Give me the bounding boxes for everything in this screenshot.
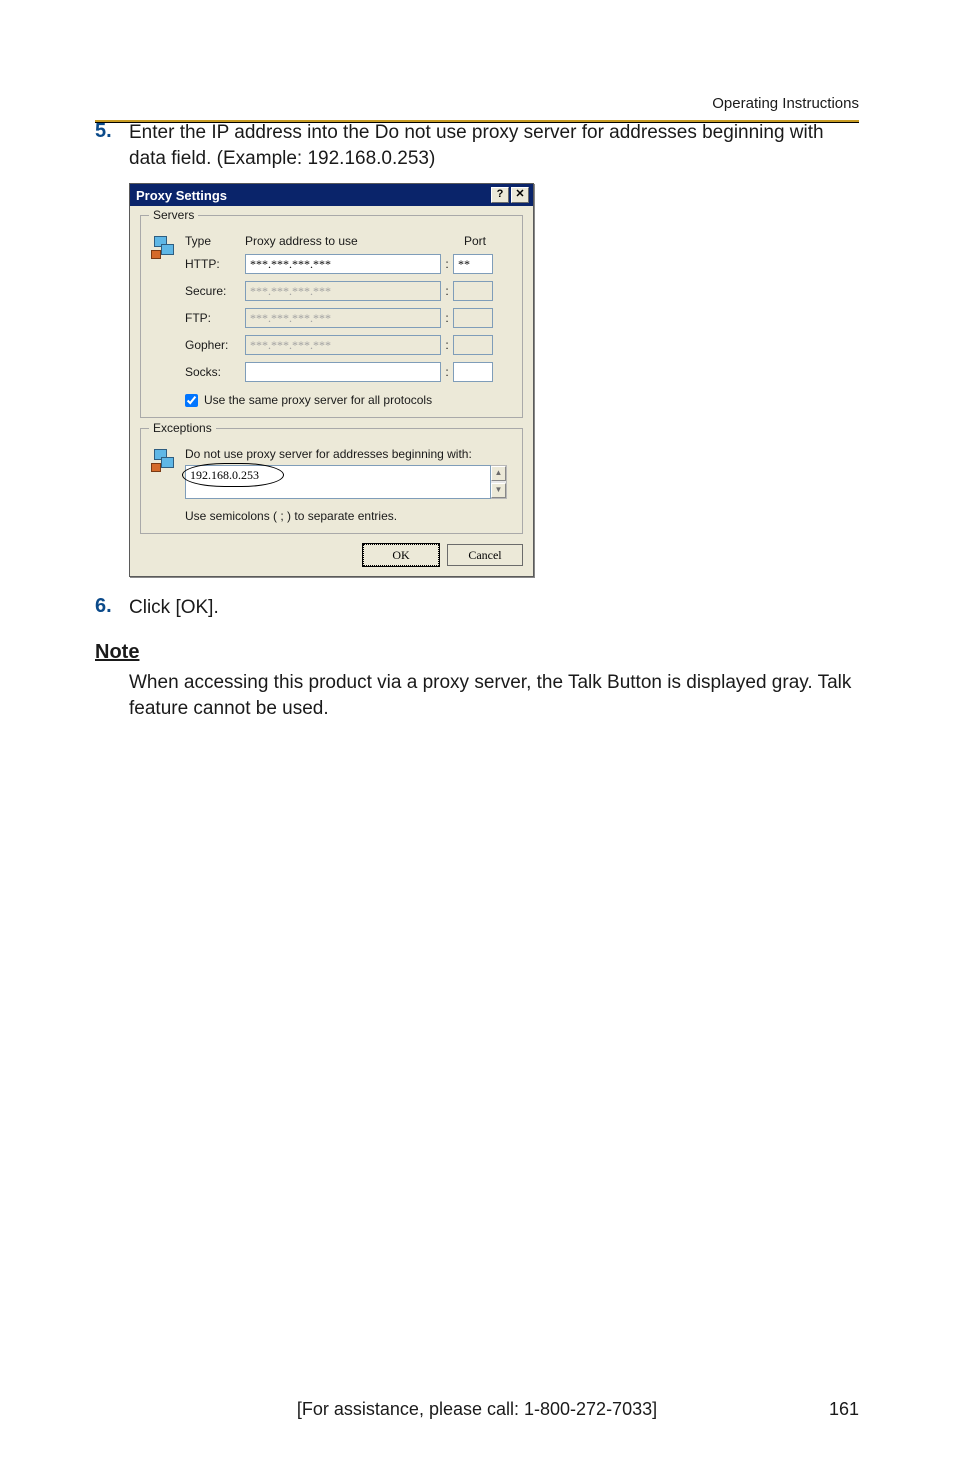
same-proxy-checkbox-row: Use the same proxy server for all protoc…: [185, 393, 512, 407]
note-body: When accessing this product via a proxy …: [129, 670, 859, 721]
gopher-port-input: [453, 335, 493, 355]
step-6-text: Click [OK].: [129, 595, 219, 621]
exceptions-instruction: Do not use proxy server for addresses be…: [185, 447, 512, 461]
ftp-address-input: [245, 308, 441, 328]
header-section-label: Operating Instructions: [712, 95, 859, 112]
http-port-input[interactable]: [453, 254, 493, 274]
exceptions-group-label: Exceptions: [149, 421, 216, 435]
col-type-label: Type: [185, 234, 245, 248]
same-proxy-checkbox[interactable]: [185, 394, 198, 407]
row-secure-label: Secure:: [185, 284, 245, 298]
step-5-number: 5.: [95, 120, 129, 171]
colon: :: [441, 365, 453, 379]
row-gopher-label: Gopher:: [185, 338, 245, 352]
scroll-down-icon[interactable]: ▼: [491, 483, 506, 498]
col-port-label: Port: [464, 234, 512, 248]
proxy-settings-dialog: Proxy Settings ? ✕ Servers: [129, 183, 534, 577]
ok-button[interactable]: OK: [363, 544, 439, 566]
row-ftp-label: FTP:: [185, 311, 245, 325]
cancel-button[interactable]: Cancel: [447, 544, 523, 566]
note-heading: Note: [95, 641, 859, 664]
step-5: 5. Enter the IP address into the Do not …: [95, 120, 859, 171]
scroll-up-icon[interactable]: ▲: [491, 466, 506, 481]
servers-group-label: Servers: [149, 208, 198, 222]
row-http: HTTP: :: [185, 254, 512, 274]
gopher-address-input: [245, 335, 441, 355]
col-addr-label: Proxy address to use: [245, 234, 452, 248]
socks-port-input[interactable]: [453, 362, 493, 382]
row-http-label: HTTP:: [185, 257, 245, 271]
same-proxy-checkbox-label: Use the same proxy server for all protoc…: [204, 393, 432, 407]
exceptions-scrollbar[interactable]: ▲ ▼: [491, 465, 507, 499]
colon: :: [441, 311, 453, 325]
footer-page-number: 161: [829, 1399, 859, 1420]
dialog-title-bar[interactable]: Proxy Settings ? ✕: [130, 184, 533, 206]
http-address-input[interactable]: [245, 254, 441, 274]
row-socks-label: Socks:: [185, 365, 245, 379]
row-socks: Socks: :: [185, 362, 512, 382]
dialog-title: Proxy Settings: [136, 188, 227, 203]
colon: :: [441, 338, 453, 352]
exceptions-network-icon: [151, 447, 179, 475]
exceptions-group: Exceptions Do not use proxy server for a…: [140, 428, 523, 534]
secure-port-input: [453, 281, 493, 301]
step-6-number: 6.: [95, 595, 129, 621]
servers-network-icon: [151, 234, 179, 262]
step-5-text: Enter the IP address into the Do not use…: [129, 120, 859, 171]
help-icon[interactable]: ?: [491, 187, 509, 203]
row-ftp: FTP: :: [185, 308, 512, 328]
exceptions-hint: Use semicolons ( ; ) to separate entries…: [185, 509, 512, 523]
row-gopher: Gopher: :: [185, 335, 512, 355]
footer-assistance-text: [For assistance, please call: 1-800-272-…: [297, 1399, 657, 1420]
secure-address-input: [245, 281, 441, 301]
socks-address-input[interactable]: [245, 362, 441, 382]
exceptions-textarea[interactable]: [185, 465, 491, 499]
ftp-port-input: [453, 308, 493, 328]
step-6: 6. Click [OK].: [95, 595, 859, 621]
servers-group: Servers Type Proxy address to use: [140, 215, 523, 418]
close-icon[interactable]: ✕: [511, 187, 529, 203]
row-secure: Secure: :: [185, 281, 512, 301]
header-divider: [95, 120, 859, 123]
servers-header-row: Type Proxy address to use Port: [185, 234, 512, 248]
colon: :: [441, 284, 453, 298]
colon: :: [441, 257, 453, 271]
